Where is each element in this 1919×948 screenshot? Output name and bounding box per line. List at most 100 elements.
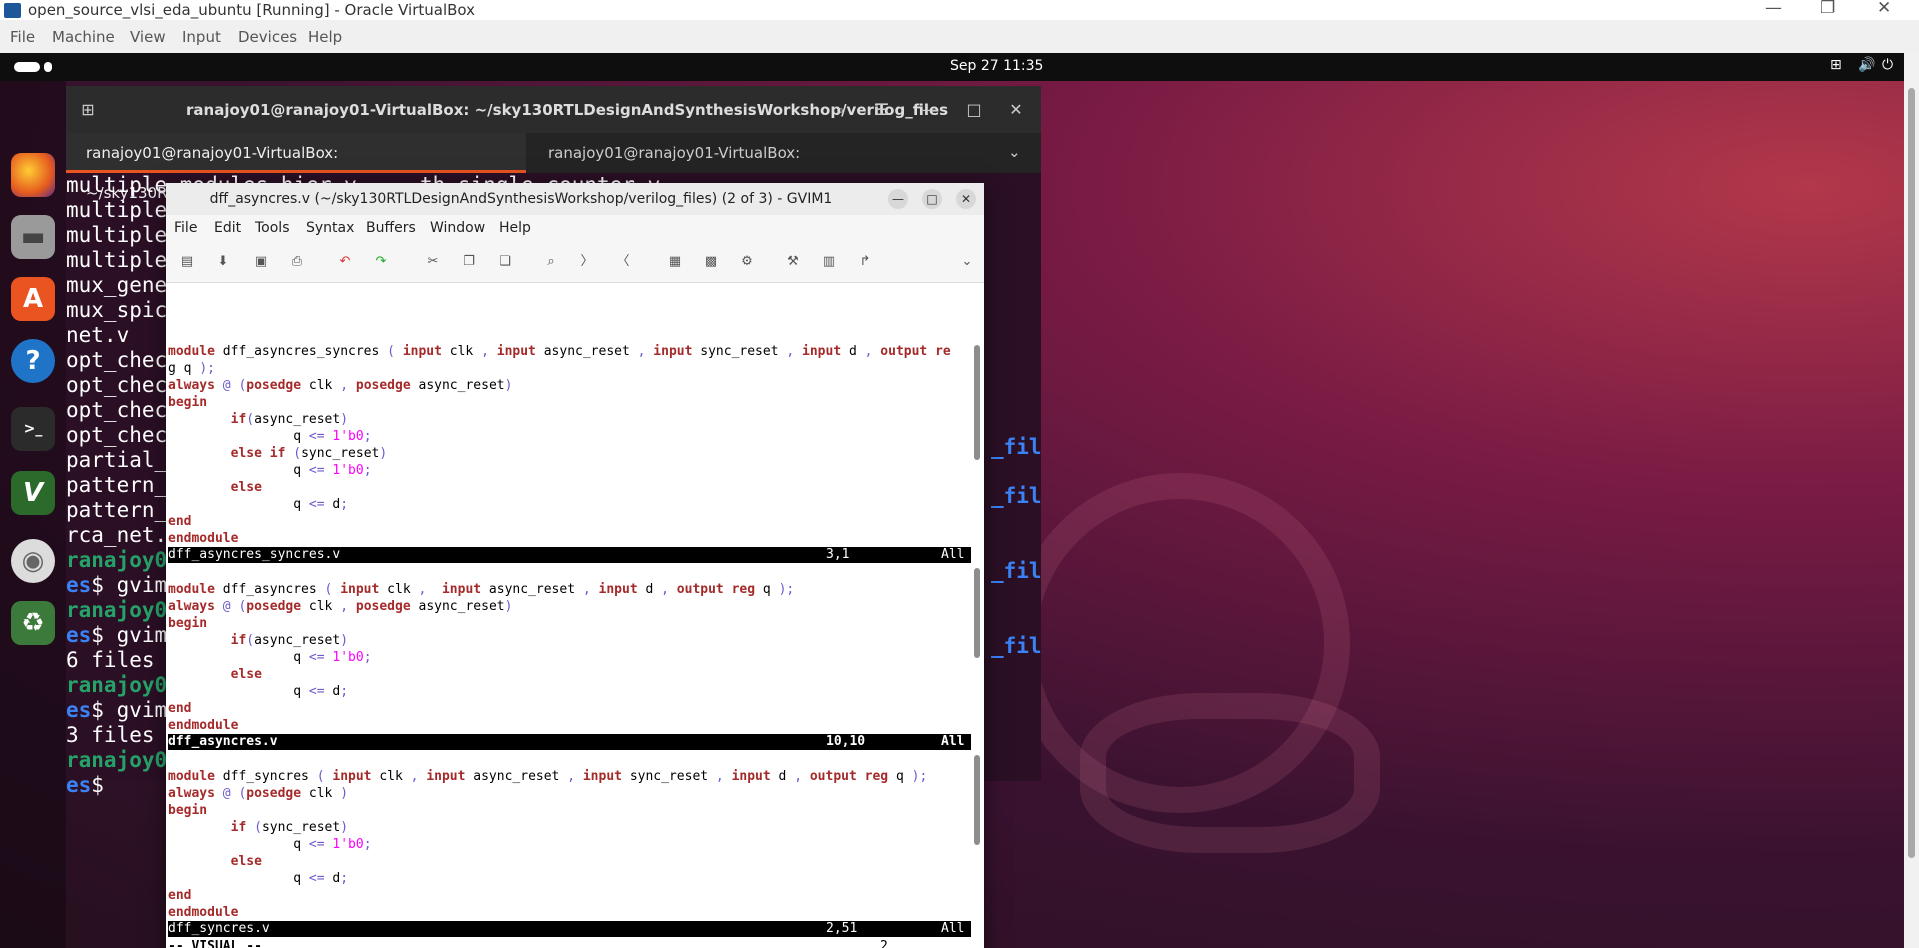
close-icon[interactable]: ✕ bbox=[1877, 0, 1891, 18]
terminal-line: opt_chec bbox=[66, 348, 168, 372]
scrollbar-2[interactable] bbox=[974, 568, 980, 658]
activities-indicator[interactable] bbox=[14, 62, 56, 72]
jump-tag-icon[interactable]: ↱ bbox=[856, 253, 874, 271]
code-line: q <= d; bbox=[168, 871, 349, 886]
scroll-position: All bbox=[941, 734, 965, 749]
save-all-icon[interactable]: ▣ bbox=[252, 253, 270, 271]
minimize-icon[interactable]: — bbox=[888, 189, 908, 209]
restore-icon[interactable]: ❐ bbox=[1820, 0, 1835, 18]
chevron-down-icon[interactable]: ⌄ bbox=[958, 253, 976, 271]
build-tags-icon[interactable]: ▥ bbox=[820, 253, 838, 271]
close-icon[interactable]: ✕ bbox=[956, 189, 976, 209]
maximize-icon[interactable]: □ bbox=[960, 96, 988, 124]
close-icon[interactable]: ✕ bbox=[1002, 96, 1030, 124]
print-icon[interactable]: ⎙ bbox=[288, 253, 306, 271]
save-session-icon[interactable]: ▩ bbox=[702, 253, 720, 271]
scrollbar-3[interactable] bbox=[974, 755, 980, 845]
load-session-icon[interactable]: ▦ bbox=[666, 253, 684, 271]
scrollbar-1[interactable] bbox=[974, 345, 980, 460]
menu-icon[interactable]: ☰ bbox=[868, 96, 896, 124]
disc-icon[interactable]: ◉ bbox=[11, 539, 55, 583]
code-line: else bbox=[230, 480, 262, 495]
software-icon[interactable]: A bbox=[11, 277, 55, 321]
cut-icon[interactable]: ✂ bbox=[424, 253, 442, 271]
gvim-window[interactable]: dff_asyncres.v (~/sky130RTLDesignAndSynt… bbox=[166, 183, 984, 948]
terminal-line: mux_gene bbox=[66, 273, 168, 297]
visual-count: 2 bbox=[880, 939, 888, 948]
clock[interactable]: Sep 27 11:35 bbox=[950, 58, 1043, 74]
find-next-icon[interactable]: 〉 bbox=[578, 253, 596, 271]
terminal-line: multiple bbox=[66, 198, 168, 222]
vim-icon[interactable]: V bbox=[11, 471, 55, 515]
virtualbox-logo-icon bbox=[4, 3, 21, 18]
network-icon[interactable]: ⊞ bbox=[1830, 57, 1842, 73]
copy-icon[interactable]: ❐ bbox=[460, 253, 478, 271]
firefox-icon[interactable] bbox=[11, 153, 55, 197]
code-line: always @ (posedge clk , posedge async_re… bbox=[168, 378, 513, 393]
volume-icon[interactable]: 🔊 bbox=[1858, 57, 1875, 73]
terminal-tab-1[interactable]: ranajoy01@ranajoy01-VirtualBox: ~/sky130… bbox=[66, 133, 526, 202]
chevron-down-icon[interactable]: ⌄ bbox=[1008, 143, 1021, 161]
code-line: else if (sync_reset) bbox=[230, 446, 388, 461]
trash-icon[interactable]: ♻ bbox=[11, 601, 55, 645]
files-icon[interactable]: ▬ bbox=[11, 215, 55, 259]
gvim-menu-buffers[interactable]: Buffers bbox=[366, 220, 416, 236]
make-icon[interactable]: ⚒ bbox=[784, 253, 802, 271]
code-line: q <= d; bbox=[168, 684, 349, 699]
gvim-menu-window[interactable]: Window bbox=[430, 220, 485, 236]
find-prev-icon[interactable]: 〈 bbox=[614, 253, 632, 271]
code-line: q <= 1'b0; bbox=[168, 429, 372, 444]
terminal-line: multiple bbox=[66, 223, 168, 247]
code-line: module dff_asyncres ( input clk , input … bbox=[168, 582, 795, 597]
code-line: module dff_asyncres_syncres ( input clk … bbox=[168, 344, 951, 359]
menu-machine[interactable]: Machine bbox=[52, 28, 115, 46]
terminal-fragment: _fil bbox=[991, 435, 1042, 459]
search-icon[interactable]: ⌕ bbox=[826, 96, 854, 124]
gvim-menu-edit[interactable]: Edit bbox=[214, 220, 241, 236]
code-line: begin bbox=[168, 395, 208, 410]
gvim-menu-syntax[interactable]: Syntax bbox=[306, 220, 354, 236]
code-line: begin bbox=[168, 616, 208, 631]
terminal-line: 6 files bbox=[66, 648, 155, 672]
terminal-icon[interactable]: >_ bbox=[11, 407, 55, 451]
host-scrollbar[interactable] bbox=[1904, 53, 1919, 948]
minimize-icon[interactable]: — bbox=[916, 96, 944, 124]
undo-icon[interactable]: ↶ bbox=[336, 253, 354, 271]
terminal-line: net.v bbox=[66, 323, 130, 347]
menu-input[interactable]: Input bbox=[182, 28, 221, 46]
help-icon[interactable]: ? bbox=[11, 339, 55, 383]
virtualbox-menubar: File Machine View Input Devices Help bbox=[0, 20, 1919, 53]
terminal-line: pattern_ bbox=[66, 473, 168, 497]
gvim-titlebar: dff_asyncres.v (~/sky130RTLDesignAndSynt… bbox=[166, 183, 984, 215]
gvim-menu-help[interactable]: Help bbox=[499, 220, 531, 236]
menu-help[interactable]: Help bbox=[308, 28, 342, 46]
run-script-icon[interactable]: ⚙ bbox=[738, 253, 756, 271]
minimize-icon[interactable]: — bbox=[1765, 0, 1782, 18]
wallpaper-shape bbox=[1080, 693, 1380, 853]
code-line: if (sync_reset) bbox=[230, 820, 349, 835]
terminal-tab-2[interactable]: ranajoy01@ranajoy01-VirtualBox: ~/sky130… bbox=[528, 133, 978, 202]
menu-view[interactable]: View bbox=[130, 28, 166, 46]
power-icon[interactable]: ⏻ bbox=[1882, 57, 1893, 73]
cursor-position: 3,1 bbox=[826, 547, 850, 562]
redo-icon[interactable]: ↷ bbox=[372, 253, 390, 271]
terminal-titlebar: ⊞ ranajoy01@ranajoy01-VirtualBox: ~/sky1… bbox=[66, 86, 1041, 133]
new-tab-icon[interactable]: ⊞ bbox=[74, 96, 102, 124]
terminal-line: partial_ bbox=[66, 448, 168, 472]
terminal-line: es$ bbox=[66, 773, 117, 797]
code-line: if(async_reset) bbox=[230, 633, 349, 648]
maximize-icon[interactable]: □ bbox=[922, 189, 942, 209]
code-line: g q ); bbox=[168, 361, 215, 376]
gvim-toolbar: ▤ ⬇ ▣ ⎙ ↶ ↷ ✂ ❐ ❏ ⌕ 〉 〈 ▦ ▩ ⚙ ⚒ ▥ ↱ ⌄ bbox=[166, 243, 984, 283]
open-icon[interactable]: ▤ bbox=[178, 253, 196, 271]
paste-icon[interactable]: ❏ bbox=[496, 253, 514, 271]
terminal-line: es$ gvim bbox=[66, 698, 168, 722]
gvim-menu-file[interactable]: File bbox=[174, 220, 197, 236]
menu-file[interactable]: File bbox=[10, 28, 35, 46]
scroll-position: All bbox=[941, 921, 965, 936]
gvim-menu-tools[interactable]: Tools bbox=[255, 220, 290, 236]
find-icon[interactable]: ⌕ bbox=[542, 253, 560, 271]
menu-devices[interactable]: Devices bbox=[238, 28, 297, 46]
save-icon[interactable]: ⬇ bbox=[214, 253, 232, 271]
status-filename: dff_syncres.v bbox=[168, 921, 270, 936]
